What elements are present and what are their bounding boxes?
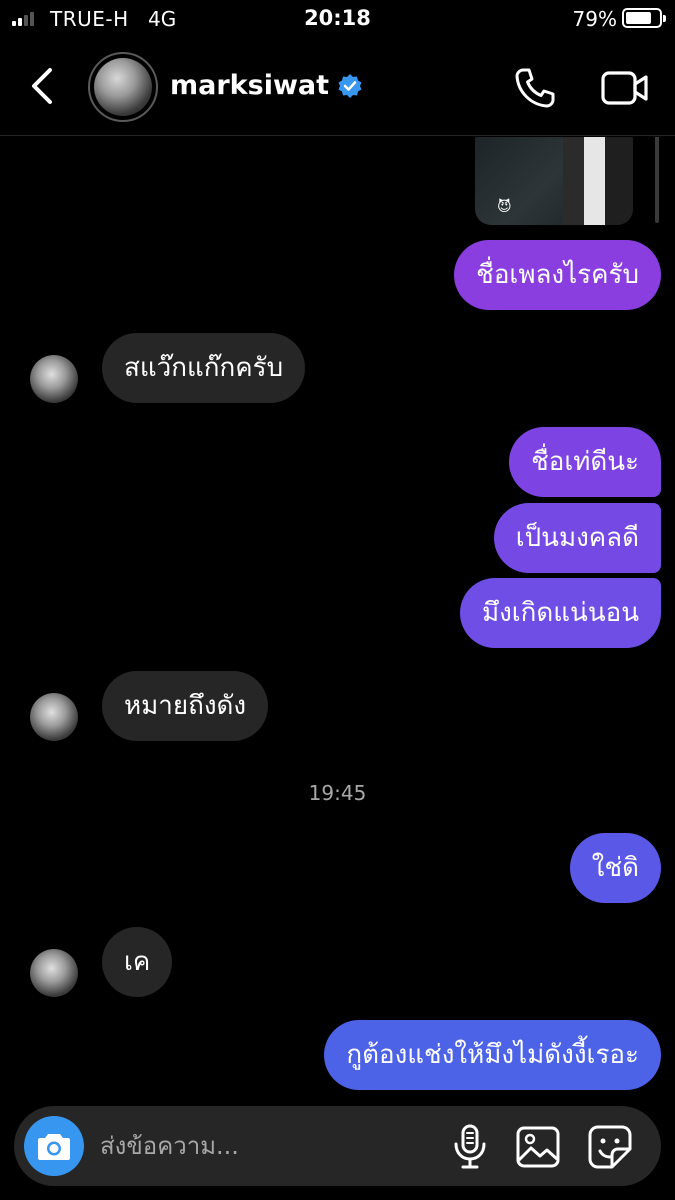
message-bubble-incoming[interactable]: เค — [102, 927, 173, 997]
video-camera-icon — [601, 71, 648, 105]
username: marksiwat — [170, 70, 330, 101]
chat-header: marksiwat — [0, 38, 675, 136]
sticker-button[interactable] — [588, 1125, 632, 1169]
scrollbar[interactable] — [655, 137, 659, 223]
message-input[interactable] — [100, 1128, 420, 1164]
avatar-image — [94, 58, 152, 116]
gallery-icon — [516, 1126, 560, 1168]
message-bubble-outgoing[interactable]: ชื่อเท่ดีนะ — [509, 427, 661, 497]
message-bubble-incoming[interactable]: หมายถึงดัง — [102, 671, 269, 741]
sender-avatar[interactable] — [30, 949, 78, 997]
phone-icon — [515, 68, 555, 108]
sender-avatar[interactable] — [30, 355, 78, 403]
battery-fill — [626, 12, 652, 24]
message-thread[interactable]: 😈 ชื่อเพลงไรครับ สแว๊กแก๊กครับ ชื่อเท่ดี… — [0, 137, 675, 1100]
voice-message-button[interactable] — [452, 1124, 488, 1170]
camera-icon — [38, 1134, 70, 1160]
back-button[interactable] — [26, 66, 62, 106]
verified-badge-icon — [338, 73, 362, 98]
message-bubble-outgoing[interactable]: เป็นมงคลดี — [493, 503, 661, 573]
battery-icon — [622, 8, 666, 28]
message-bubble-outgoing[interactable]: ชื่อเพลงไรครับ — [454, 240, 661, 310]
profile-name-link[interactable]: marksiwat — [170, 70, 363, 101]
message-timestamp: 19:45 — [308, 781, 367, 805]
status-bar: TRUE-H 4G 20:18 79% — [0, 0, 675, 38]
message-bubble-incoming[interactable]: สแว๊กแก๊กครับ — [102, 333, 306, 403]
camera-button[interactable] — [24, 1116, 84, 1176]
media-figure — [563, 137, 633, 225]
message-bubble-outgoing[interactable]: มึงเกิดแน่นอน — [459, 578, 661, 648]
gallery-button[interactable] — [516, 1126, 560, 1168]
message-bubble-outgoing[interactable]: กูต้องแช่งให้มึงไม่ดังงี้เรอะ — [324, 1020, 661, 1090]
sticker-icon — [588, 1125, 632, 1169]
shared-media-thumbnail[interactable]: 😈 — [475, 137, 633, 225]
microphone-icon — [454, 1124, 486, 1169]
message-bubble-outgoing[interactable]: ใช่ดิ — [569, 833, 661, 903]
purple-devil-emoji-icon: 😈 — [497, 199, 512, 215]
video-call-button[interactable] — [601, 68, 649, 108]
sender-avatar[interactable] — [30, 693, 78, 741]
audio-call-button[interactable] — [513, 66, 557, 110]
profile-avatar[interactable] — [88, 52, 158, 122]
chevron-left-icon — [32, 68, 52, 104]
message-composer — [14, 1106, 661, 1186]
battery-percentage: 79% — [572, 7, 617, 31]
